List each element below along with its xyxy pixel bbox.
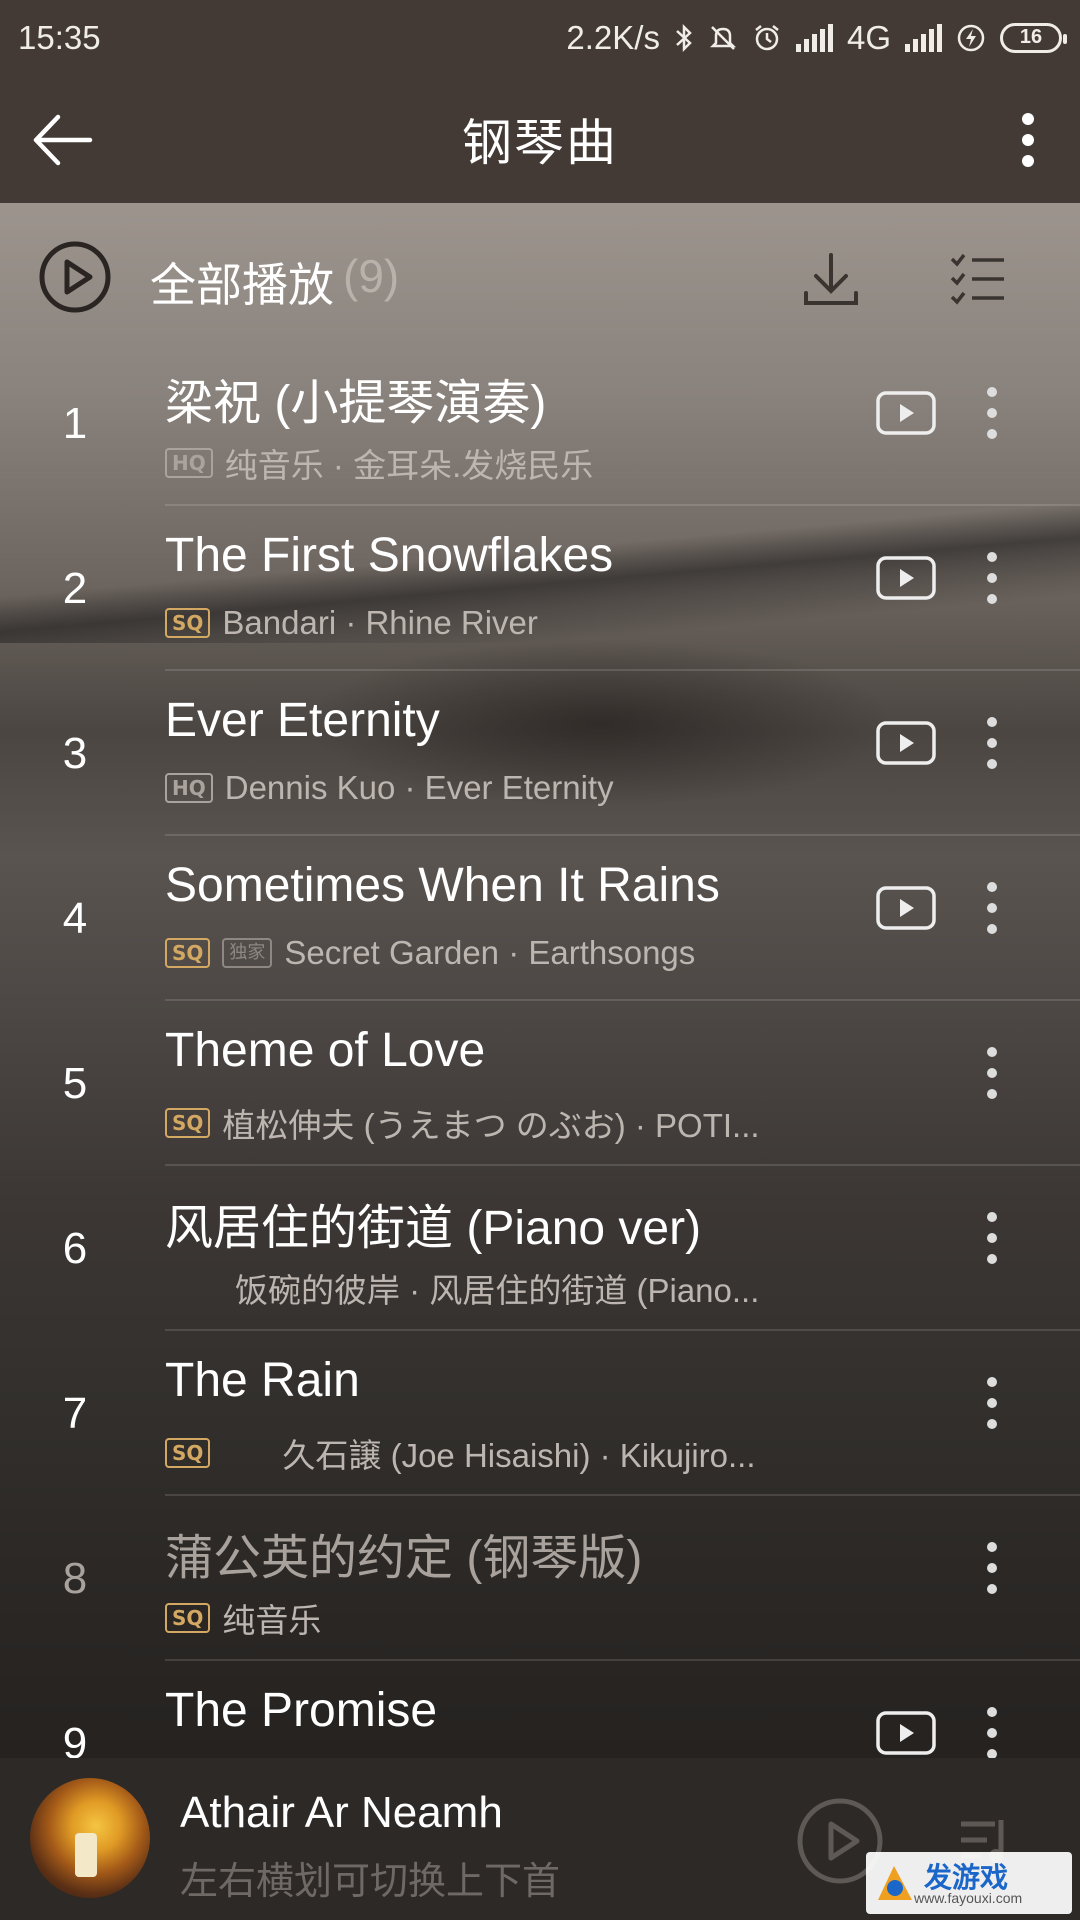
song-index: 6 bbox=[62, 1224, 88, 1273]
status-time: 15:35 bbox=[18, 18, 101, 56]
song-more-icon[interactable] bbox=[975, 1208, 1009, 1268]
quality-badge: SQ bbox=[165, 1438, 211, 1468]
song-index: 8 bbox=[62, 1554, 88, 1603]
play-all-count: (9) bbox=[343, 250, 400, 302]
song-title: 风居住的街道 (Piano ver) bbox=[165, 1202, 702, 1255]
song-title: 蒲公英的约定 (钢琴版) bbox=[165, 1532, 643, 1585]
song-row[interactable]: 5 Theme of Love SQ 植松伸夫 (うえまつ のぶお) · POT… bbox=[0, 1001, 1080, 1166]
song-meta: SQ Bandari · Rhine River bbox=[165, 604, 538, 642]
song-row[interactable]: 4 Sometimes When It Rains SQ 独家 Secret G… bbox=[0, 836, 1080, 1001]
song-meta: HQ Dennis Kuo · Ever Eternity bbox=[165, 769, 614, 807]
song-row[interactable]: 2 The First Snowflakes SQ Bandari · Rhin… bbox=[0, 506, 1080, 671]
song-meta: SQ 久石譲 (Joe Hisaishi) · Kikujiro... bbox=[165, 1429, 756, 1477]
song-more-icon[interactable] bbox=[975, 878, 1009, 938]
now-playing-title: Athair Ar Neamh bbox=[180, 1788, 503, 1837]
song-meta: HQ 纯音乐 · 金耳朵.发烧民乐 bbox=[165, 439, 593, 487]
watermark-logo-icon bbox=[878, 1866, 912, 1900]
mv-play-icon[interactable] bbox=[876, 886, 936, 930]
song-more-icon[interactable] bbox=[975, 1373, 1009, 1433]
song-row[interactable]: 3 Ever Eternity HQ Dennis Kuo · Ever Ete… bbox=[0, 671, 1080, 836]
song-subtitle: 纯音乐 bbox=[222, 1602, 322, 1639]
song-index: 5 bbox=[62, 1059, 88, 1108]
quality-badge: HQ bbox=[165, 773, 213, 803]
watermark-url: www.fayouxi.com bbox=[914, 1890, 1023, 1906]
multi-select-list-icon[interactable] bbox=[948, 253, 1006, 305]
watermark: 发游戏 www.fayouxi.com bbox=[866, 1852, 1072, 1914]
quality-badge: SQ bbox=[165, 1603, 211, 1633]
song-meta: SQ 纯音乐 bbox=[165, 1594, 321, 1642]
swipe-hint: 左右横划可切换上下首 bbox=[180, 1859, 561, 1903]
back-arrow-icon[interactable] bbox=[28, 105, 98, 175]
signal-icon bbox=[795, 23, 833, 52]
quality-badge: SQ bbox=[165, 608, 211, 638]
play-all-row[interactable]: 全部播放 (9) bbox=[0, 203, 1080, 353]
status-bar: 15:35 2.2K/s 4G 16 bbox=[0, 0, 1080, 75]
song-row[interactable]: 1 梁祝 (小提琴演奏) HQ 纯音乐 · 金耳朵.发烧民乐 bbox=[0, 353, 1080, 506]
song-more-icon[interactable] bbox=[975, 548, 1009, 608]
song-index: 4 bbox=[62, 894, 88, 943]
song-row[interactable]: 8 蒲公英的约定 (钢琴版) SQ 纯音乐 bbox=[0, 1496, 1080, 1661]
album-cover[interactable] bbox=[30, 1778, 150, 1898]
mv-play-icon[interactable] bbox=[876, 1711, 936, 1755]
song-subtitle: 久石譲 (Joe Hisaishi) · Kikujiro... bbox=[282, 1437, 756, 1474]
song-more-icon[interactable] bbox=[975, 713, 1009, 773]
quality-badge: HQ bbox=[165, 448, 213, 478]
song-index: 1 bbox=[62, 399, 88, 448]
more-options-icon[interactable] bbox=[998, 105, 1058, 175]
song-subtitle: 植松伸夫 (うえまつ のぶお) · POTI... bbox=[222, 1107, 760, 1144]
song-index: 2 bbox=[62, 564, 88, 613]
song-list: 1 梁祝 (小提琴演奏) HQ 纯音乐 · 金耳朵.发烧民乐 2 The Fir… bbox=[0, 353, 1080, 1758]
battery-level: 16 bbox=[1019, 26, 1043, 48]
quality-badge: SQ bbox=[165, 1108, 211, 1138]
bluetooth-icon bbox=[674, 22, 694, 54]
song-more-icon[interactable] bbox=[975, 1538, 1009, 1598]
app-header: 钢琴曲 bbox=[0, 75, 1080, 203]
status-indicators: 2.2K/s 4G 16 bbox=[566, 18, 1067, 57]
alarm-icon bbox=[752, 23, 782, 53]
charging-icon bbox=[956, 23, 986, 53]
song-title: Ever Eternity bbox=[165, 694, 440, 747]
song-meta: SQ 植松伸夫 (うえまつ のぶお) · POTI... bbox=[165, 1099, 760, 1147]
song-subtitle: 纯音乐 · 金耳朵.发烧民乐 bbox=[224, 447, 594, 484]
play-circle-icon[interactable] bbox=[38, 240, 112, 314]
mv-play-icon[interactable] bbox=[876, 391, 936, 435]
song-more-icon[interactable] bbox=[975, 1703, 1009, 1758]
song-row[interactable]: 7 The Rain SQ 久石譲 (Joe Hisaishi) · Kikuj… bbox=[0, 1331, 1080, 1496]
song-subtitle: 饭碗的彼岸 · 风居住的街道 (Piano... bbox=[235, 1272, 760, 1309]
net-speed: 2.2K/s bbox=[566, 18, 660, 56]
song-index: 3 bbox=[62, 729, 88, 778]
signal-icon-2 bbox=[905, 23, 942, 52]
song-index: 9 bbox=[62, 1719, 88, 1758]
song-meta: SQ 独家 Secret Garden · Earthsongs bbox=[165, 934, 695, 972]
song-row[interactable]: 6 风居住的街道 (Piano ver) 饭碗的彼岸 · 风居住的街道 (Pia… bbox=[0, 1166, 1080, 1331]
network-type: 4G bbox=[846, 18, 891, 56]
song-subtitle: Dennis Kuo · Ever Eternity bbox=[224, 769, 614, 806]
mv-play-icon[interactable] bbox=[876, 556, 936, 600]
song-title: Theme of Love bbox=[165, 1024, 486, 1077]
song-title: Sometimes When It Rains bbox=[165, 859, 720, 912]
page-title: 钢琴曲 bbox=[462, 114, 618, 172]
song-more-icon[interactable] bbox=[975, 383, 1009, 443]
mv-play-icon[interactable] bbox=[876, 721, 936, 765]
exclusive-badge: 独家 bbox=[222, 938, 273, 968]
song-title: 梁祝 (小提琴演奏) bbox=[165, 377, 547, 430]
song-title: The First Snowflakes bbox=[165, 529, 614, 582]
play-all-label[interactable]: 全部播放 bbox=[150, 249, 334, 315]
song-title: The Promise bbox=[165, 1684, 438, 1737]
song-more-icon[interactable] bbox=[975, 1043, 1009, 1103]
mute-icon bbox=[708, 23, 738, 53]
song-meta: 饭碗的彼岸 · 风居住的街道 (Piano... bbox=[165, 1264, 759, 1312]
quality-badge: SQ bbox=[165, 938, 211, 968]
song-title: The Rain bbox=[165, 1354, 360, 1407]
song-index: 7 bbox=[62, 1389, 88, 1438]
download-icon[interactable] bbox=[800, 249, 862, 311]
song-subtitle: Secret Garden · Earthsongs bbox=[284, 934, 696, 971]
song-subtitle: Bandari · Rhine River bbox=[222, 604, 538, 641]
song-row[interactable]: 9 The Promise bbox=[0, 1661, 1080, 1758]
battery-icon: 16 bbox=[1000, 22, 1067, 53]
